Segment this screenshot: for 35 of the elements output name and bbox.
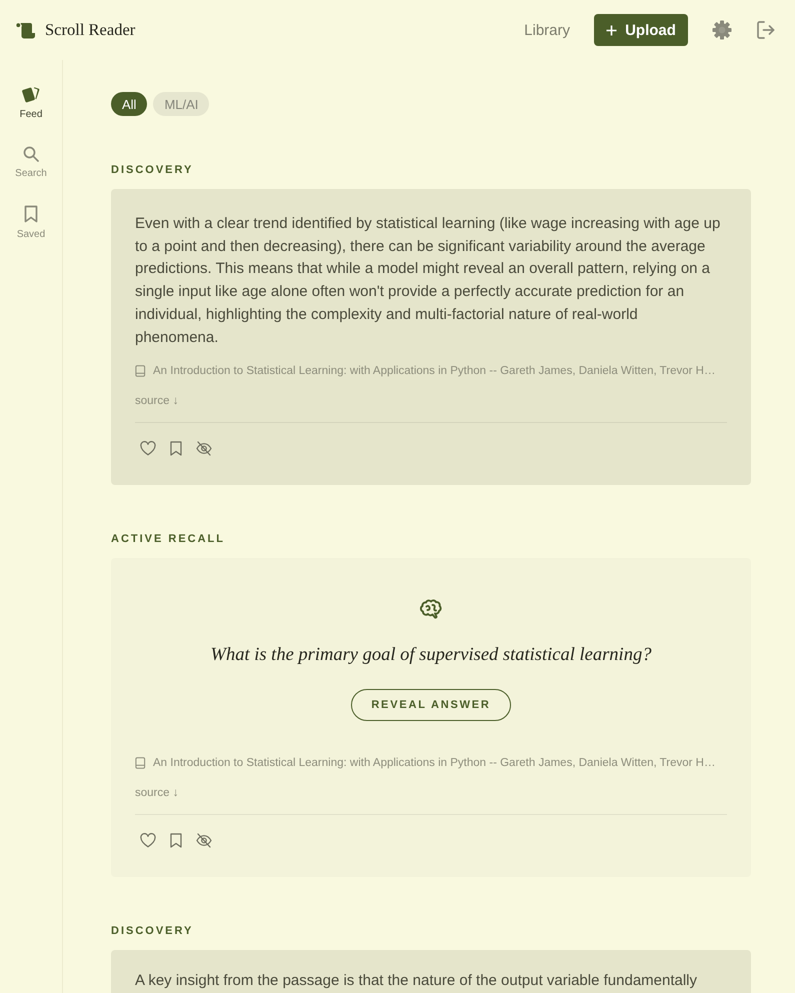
bookmark-icon[interactable]	[170, 441, 182, 456]
book-icon	[135, 365, 146, 378]
question-text: What is the primary goal of supervised statistical learning?	[210, 645, 652, 666]
library-link[interactable]: Library	[524, 22, 570, 38]
logout-icon[interactable]	[756, 20, 776, 40]
passage-text: Even with a clear trend identified by statistical learning (like wage increasing with age up to a point and then decreasing), there can be significant variability around the average predictions. This means that while a model might reveal an overall pattern, relying on a single input like age alone often won't provide a perfectly accurate prediction for an individual, highlighting the complexity and multi-factorial nature of real-world phenomena.	[135, 214, 722, 348]
gear-icon[interactable]	[712, 20, 732, 40]
heart-icon[interactable]	[140, 441, 156, 456]
upload-button[interactable]: Upload	[594, 14, 688, 46]
bookmark-icon	[24, 205, 38, 223]
search-icon	[23, 146, 39, 162]
eye-off-icon[interactable]	[196, 833, 212, 848]
eye-off-icon[interactable]	[196, 441, 212, 456]
source-toggle[interactable]: source ↓	[135, 787, 178, 800]
heart-icon[interactable]	[140, 833, 156, 848]
source-title: An Introduction to Statistical Learning: with Applications in Python -- Gareth James, Daniela Witten, Trevor H…	[153, 757, 716, 770]
sidebar-item[interactable]: Saved	[16, 205, 46, 240]
filter-chip[interactable]: All	[111, 92, 148, 116]
plus-icon	[606, 24, 618, 36]
source-title: An Introduction to Statistical Learning: with Applications in Python -- Gareth James, Daniela Witten, Trevor H…	[153, 365, 716, 378]
book-icon	[135, 757, 146, 770]
passage-text: A key insight from the passage is that the nature of the output variable fundamentally	[135, 971, 698, 992]
reveal-answer-button[interactable]: REVEAL ANSWER	[351, 689, 511, 722]
app-title: Scroll Reader	[45, 20, 136, 40]
source-toggle[interactable]: source ↓	[135, 395, 178, 408]
cards-icon	[22, 86, 40, 103]
sidebar-item[interactable]: Feed	[20, 86, 42, 120]
sidebar-item[interactable]: Search	[15, 146, 47, 179]
filter-chip[interactable]: ML/AI	[153, 92, 210, 116]
section-label: ACTIVE RECALL	[111, 533, 226, 546]
section-label: DISCOVERY	[111, 925, 194, 938]
bookmark-icon[interactable]	[170, 833, 182, 848]
scroll-icon	[16, 22, 36, 38]
brain-icon	[420, 599, 442, 620]
section-label: DISCOVERY	[111, 164, 194, 177]
